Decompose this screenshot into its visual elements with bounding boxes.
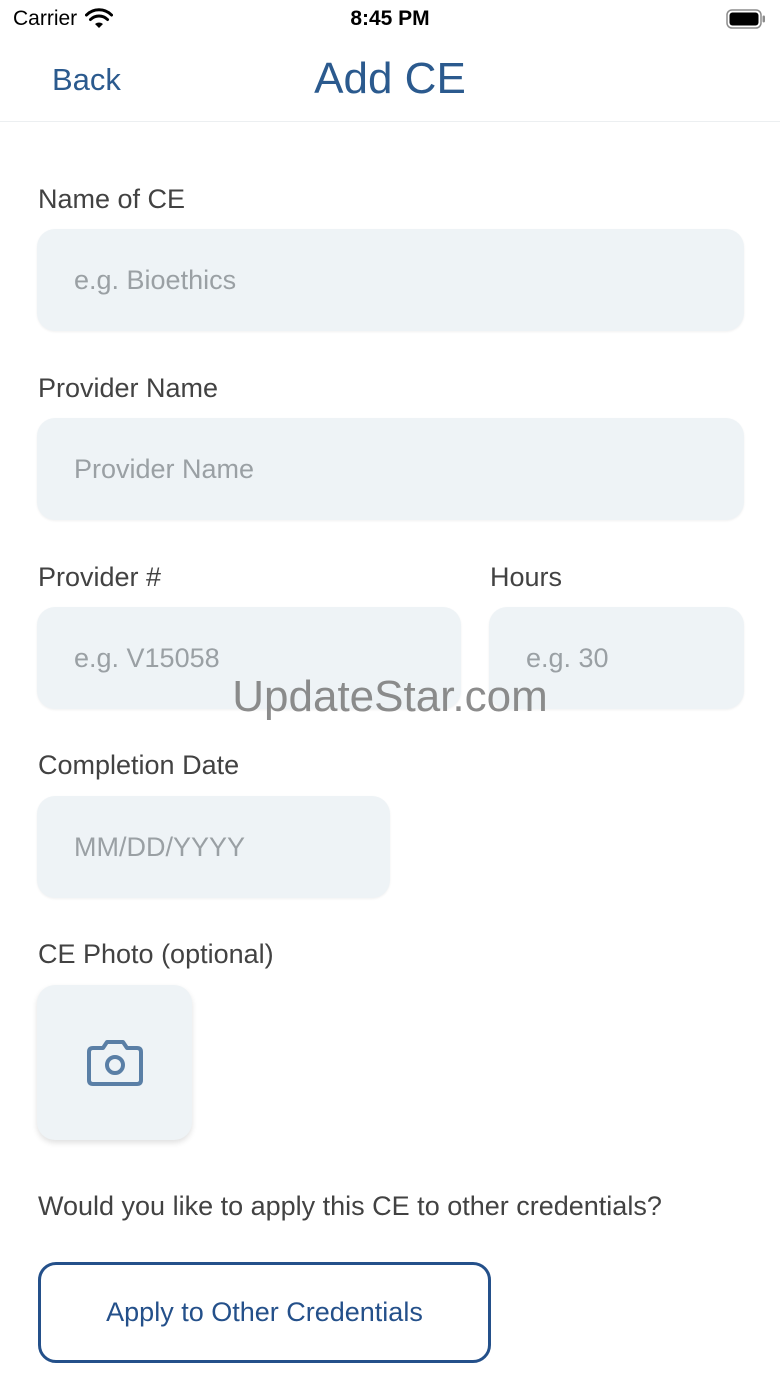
completion-date-input[interactable] bbox=[37, 796, 390, 898]
camera-icon bbox=[86, 1039, 143, 1086]
navigation-bar: Back Add CE bbox=[0, 40, 780, 122]
name-of-ce-label: Name of CE bbox=[38, 184, 186, 214]
apply-question-text: Would you like to apply this CE to other… bbox=[38, 1191, 662, 1221]
provider-number-input[interactable] bbox=[37, 607, 461, 709]
status-time: 8:45 PM bbox=[350, 7, 430, 30]
ce-photo-button[interactable] bbox=[37, 985, 192, 1140]
apply-to-other-credentials-button[interactable]: Apply to Other Credentials bbox=[38, 1262, 491, 1363]
completion-date-field[interactable] bbox=[37, 796, 390, 898]
completion-date-label: Completion Date bbox=[38, 750, 240, 780]
ce-photo-label: CE Photo (optional) bbox=[38, 939, 274, 969]
provider-name-input[interactable] bbox=[37, 418, 744, 520]
name-of-ce-field[interactable] bbox=[37, 229, 744, 331]
page-title: Add CE bbox=[314, 54, 466, 103]
hours-label: Hours bbox=[490, 562, 563, 592]
hours-field[interactable] bbox=[489, 607, 744, 709]
battery-icon bbox=[726, 9, 765, 29]
provider-name-label: Provider Name bbox=[38, 373, 219, 403]
provider-number-field[interactable] bbox=[37, 607, 461, 709]
hours-input[interactable] bbox=[489, 607, 744, 709]
status-bar: Carrier 8:45 PM bbox=[0, 0, 780, 40]
provider-number-label: Provider # bbox=[38, 562, 162, 592]
name-of-ce-input[interactable] bbox=[37, 229, 744, 331]
provider-name-field[interactable] bbox=[37, 418, 744, 520]
